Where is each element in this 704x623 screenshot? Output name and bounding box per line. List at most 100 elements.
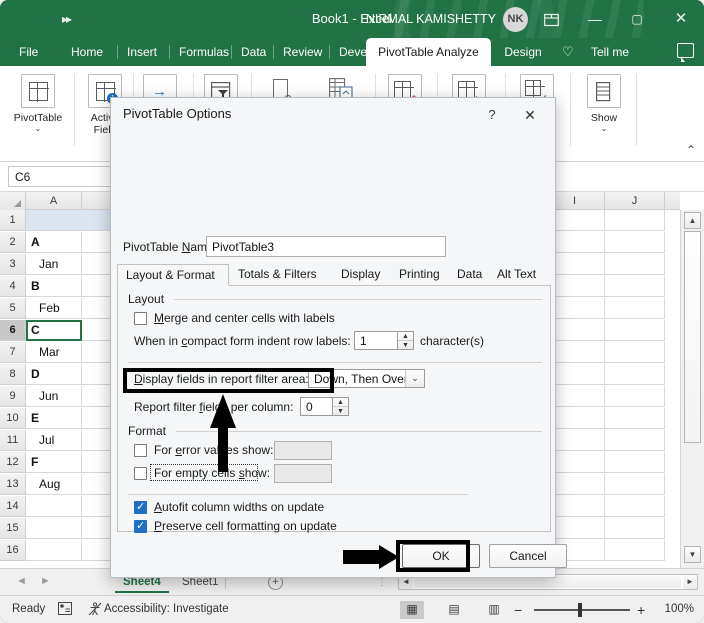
cell-a10[interactable]: E [26, 408, 82, 429]
tab-alt-text[interactable]: Alt Text [489, 264, 545, 286]
scroll-down-button[interactable]: ▼ [684, 546, 701, 563]
merge-and-center-checkbox[interactable] [134, 312, 147, 325]
tab-home[interactable]: Home [62, 38, 118, 66]
preserve-cell-formatting-label[interactable]: Preserve cell formatting on update [154, 519, 337, 533]
ok-button[interactable]: OK [402, 544, 480, 568]
row-header-15[interactable]: 15 [0, 518, 26, 539]
select-all-corner[interactable] [0, 192, 26, 210]
for-error-values-input[interactable] [274, 441, 332, 460]
row-header-9[interactable]: 9 [0, 386, 26, 407]
column-header-j[interactable]: J [605, 192, 665, 210]
chevron-up-icon[interactable]: ⌃ [686, 143, 696, 157]
row-header-6[interactable]: 6 [0, 320, 26, 341]
zoom-level-label[interactable]: 100% [665, 603, 694, 615]
user-name-label[interactable]: NIRMAL KAMISHETTY [366, 0, 496, 38]
dialog-close-button[interactable]: ✕ [515, 103, 545, 127]
cell-a16[interactable] [26, 540, 82, 561]
cell-j1[interactable] [605, 210, 665, 231]
vertical-scrollbar-thumb[interactable] [684, 231, 701, 443]
row-header-7[interactable]: 7 [0, 342, 26, 363]
tab-printing[interactable]: Printing [391, 264, 449, 286]
cell-j3[interactable] [605, 254, 665, 275]
row-header-12[interactable]: 12 [0, 452, 26, 473]
prev-sheet-icon[interactable]: ◄ [16, 575, 27, 587]
chevron-down-icon[interactable]: ⌄ [580, 124, 628, 134]
cell-a2[interactable]: A [26, 232, 82, 253]
record-macro-icon[interactable] [58, 602, 72, 618]
indent-characters-stepper[interactable]: ▲ ▼ [398, 331, 414, 350]
cell-a15[interactable] [26, 518, 82, 539]
stepper-up-icon[interactable]: ▲ [333, 398, 348, 407]
tab-pivottable-analyze[interactable]: PivotTable Analyze [366, 38, 491, 66]
next-sheet-icon[interactable]: ► [40, 575, 51, 587]
tab-totals-and-filters[interactable]: Totals & Filters [230, 264, 333, 286]
cell-j10[interactable] [605, 408, 665, 429]
report-filter-fields-stepper[interactable]: ▲ ▼ [333, 397, 349, 416]
zoom-slider-thumb[interactable] [578, 603, 582, 617]
cell-j11[interactable] [605, 430, 665, 451]
column-header-a[interactable]: A [26, 192, 82, 210]
lightbulb-icon[interactable]: ♡ [562, 38, 574, 66]
name-box[interactable]: C6 [8, 166, 112, 187]
vertical-scrollbar[interactable]: ▲ ▼ [680, 210, 704, 568]
cell-a12[interactable]: F [26, 452, 82, 473]
cancel-button[interactable]: Cancel [489, 544, 567, 568]
tab-formulas[interactable]: Formulas [170, 38, 232, 66]
pivottable-button[interactable]: PivotTable ⌄ [4, 74, 72, 134]
display-fields-dropdown[interactable]: Down, Then Over ⌄ [308, 369, 425, 388]
cell-j4[interactable] [605, 276, 665, 297]
tab-insert[interactable]: Insert [118, 38, 170, 66]
for-empty-cells-input[interactable] [274, 464, 332, 483]
cell-a3[interactable]: Jan [26, 254, 82, 275]
tab-review[interactable]: Review [274, 38, 330, 66]
merge-and-center-label[interactable]: Merge and center cells with labels [154, 311, 335, 325]
cell-j6[interactable] [605, 320, 665, 341]
accessibility-label[interactable]: Accessibility: Investigate [104, 603, 229, 615]
row-header-2[interactable]: 2 [0, 232, 26, 253]
split-grip[interactable]: ⋮ [377, 577, 388, 588]
stepper-down-icon[interactable]: ▼ [398, 341, 413, 350]
row-header-3[interactable]: 3 [0, 254, 26, 275]
stepper-down-icon[interactable]: ▼ [333, 407, 348, 416]
cell-a13[interactable]: Aug [26, 474, 82, 495]
zoom-in-button[interactable]: + [637, 602, 645, 618]
minimize-button[interactable]: — [572, 0, 618, 38]
for-empty-cells-label[interactable]: For empty cells show: [154, 466, 270, 480]
cell-j9[interactable] [605, 386, 665, 407]
cell-a4[interactable]: B [26, 276, 82, 297]
comment-icon[interactable] [677, 43, 694, 62]
row-header-14[interactable]: 14 [0, 496, 26, 517]
for-error-values-checkbox[interactable] [134, 444, 147, 457]
preserve-cell-formatting-checkbox[interactable] [134, 519, 147, 533]
column-header-k[interactable] [665, 192, 680, 210]
page-layout-view-button[interactable]: ▤ [442, 601, 466, 619]
tab-display[interactable]: Display [333, 264, 391, 286]
cell-j13[interactable] [605, 474, 665, 495]
cell-j5[interactable] [605, 298, 665, 319]
autofit-column-widths-label[interactable]: Autofit column widths on update [154, 500, 324, 514]
cell-j8[interactable] [605, 364, 665, 385]
for-empty-cells-checkbox[interactable] [134, 467, 147, 480]
row-header-4[interactable]: 4 [0, 276, 26, 297]
row-header-8[interactable]: 8 [0, 364, 26, 385]
cell-a9[interactable]: Jun [26, 386, 82, 407]
cell-j16[interactable] [605, 540, 665, 561]
cell-a11[interactable]: Jul [26, 430, 82, 451]
maximize-button[interactable]: ▢ [614, 0, 660, 38]
ribbon-display-options-icon[interactable] [528, 0, 574, 38]
for-error-values-label[interactable]: For error values show: [154, 443, 273, 457]
close-button[interactable]: ✕ [658, 0, 704, 38]
page-break-view-button[interactable]: ▥ [482, 601, 506, 619]
hscroll-right-button[interactable]: ► [683, 575, 697, 589]
cell-j2[interactable] [605, 232, 665, 253]
show-button[interactable]: Show ⌄ [580, 74, 628, 134]
tab-file[interactable]: File [10, 38, 58, 66]
autofit-column-widths-checkbox[interactable] [134, 500, 147, 514]
cell-a6[interactable]: C [26, 320, 82, 341]
pivottable-name-input[interactable]: PivotTable3 [206, 236, 446, 257]
cell-j14[interactable] [605, 496, 665, 517]
help-icon[interactable]: ? [479, 103, 505, 127]
cell-j7[interactable] [605, 342, 665, 363]
chevron-down-icon[interactable]: ⌄ [4, 124, 72, 134]
tab-design[interactable]: Design [495, 38, 551, 66]
